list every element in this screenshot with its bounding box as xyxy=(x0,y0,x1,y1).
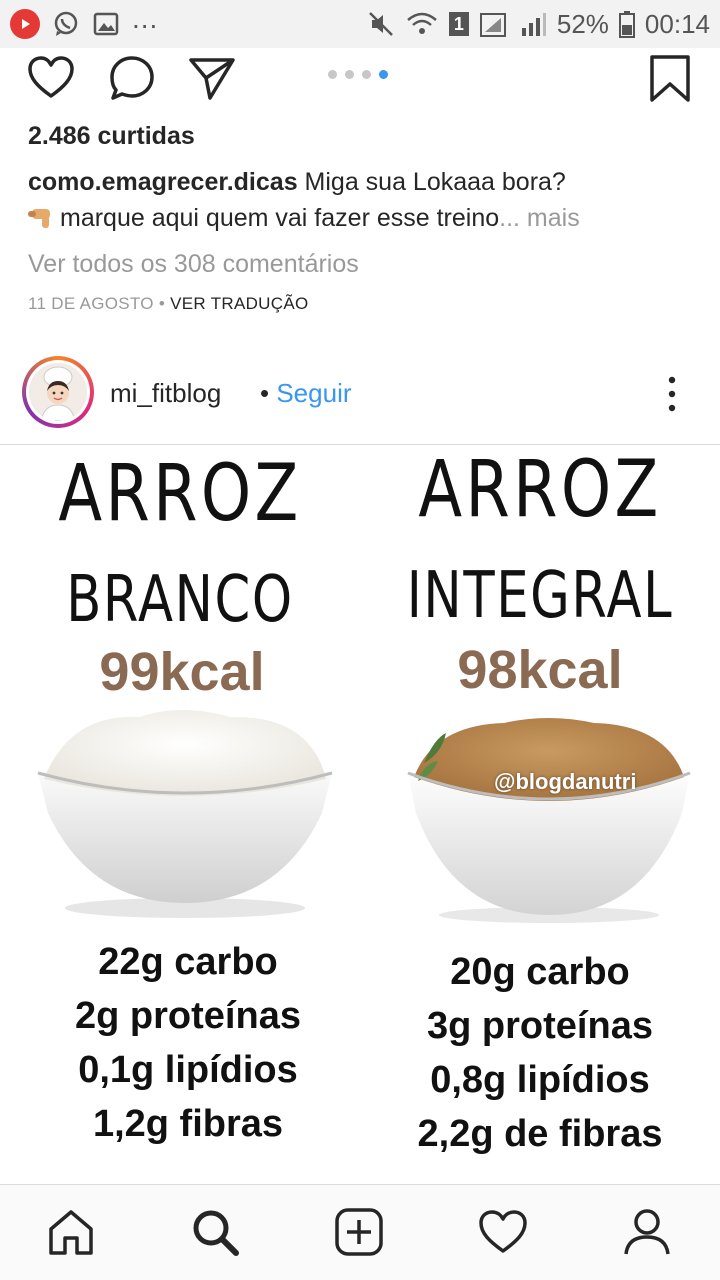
mute-icon xyxy=(368,12,393,36)
brown-rice-carbo: 20g carbo xyxy=(450,951,630,993)
date-separator: • xyxy=(158,294,166,313)
status-more-dots: ... xyxy=(132,3,159,34)
heart-icon[interactable] xyxy=(27,54,75,102)
brown-rice-variety: INTEGRAL xyxy=(406,559,674,633)
more-options-icon[interactable] xyxy=(660,374,684,414)
caption-author[interactable]: como.emagrecer.dicas xyxy=(28,168,298,196)
follow-label: Seguir xyxy=(276,378,352,408)
next-post-header: mi_fitblog • Seguir xyxy=(0,352,720,436)
follow-button[interactable]: • Seguir xyxy=(260,378,352,409)
white-rice-nutrients: 22g carbo 2g proteínas 0,1g lipídios 1,2… xyxy=(8,935,368,1151)
white-rice-kcal: 99kcal xyxy=(99,642,265,702)
comment-icon[interactable] xyxy=(108,54,156,102)
white-rice-carbo: 22g carbo xyxy=(98,941,278,983)
battery-icon xyxy=(618,11,635,38)
share-icon[interactable] xyxy=(188,54,236,102)
avatar[interactable] xyxy=(22,356,94,428)
white-rice-column: ARROZ BRANCO 99kcal 22g carbo 2g proteín… xyxy=(0,445,360,1182)
post-date: 11 DE AGOSTO xyxy=(28,294,154,313)
home-icon[interactable] xyxy=(46,1207,96,1257)
white-rice-variety: BRANCO xyxy=(66,563,294,637)
add-icon[interactable] xyxy=(334,1207,384,1257)
post-actions xyxy=(0,48,720,106)
post-image[interactable]: ARROZ BRANCO 99kcal 22g carbo 2g proteín… xyxy=(0,445,720,1182)
white-rice-lipids: 0,1g lipídios xyxy=(78,1049,298,1091)
caption-text-line1: Miga sua Lokaaa bora? xyxy=(304,168,566,196)
post-caption: como.emagrecer.dicas Miga sua Lokaaa bor… xyxy=(28,164,698,236)
clock: 00:14 xyxy=(644,8,710,39)
brown-rice-nutrients: 20g carbo 3g proteínas 0,8g lipídios 2,2… xyxy=(360,945,720,1161)
wifi-icon xyxy=(407,12,437,34)
white-rice-protein: 2g proteínas xyxy=(75,995,301,1037)
brown-rice-fiber: 2,2g de fibras xyxy=(417,1113,663,1155)
whatsapp-icon xyxy=(54,11,78,36)
translate-link[interactable]: VER TRADUÇÃO xyxy=(170,294,308,313)
view-comments-link[interactable]: Ver todos os 308 comentários xyxy=(28,250,359,279)
post-date-line: 11 DE AGOSTO • VER TRADUÇÃO xyxy=(28,294,309,314)
signal-bars-icon xyxy=(521,13,546,36)
brown-rice-lipids: 0,8g lipídios xyxy=(430,1059,650,1101)
signal-icon xyxy=(479,13,506,37)
carousel-dot-active xyxy=(379,70,388,79)
bottom-nav xyxy=(0,1184,720,1280)
caption-text-line2: marque aqui quem vai fazer esse treino xyxy=(60,204,500,232)
brown-rice-bowl-image xyxy=(407,718,691,923)
gallery-icon xyxy=(93,12,119,36)
watermark: @blogdanutri xyxy=(494,769,637,794)
search-icon[interactable] xyxy=(190,1207,240,1257)
profile-icon[interactable] xyxy=(622,1207,672,1257)
white-rice-fiber: 1,2g fibras xyxy=(92,1103,284,1145)
brown-rice-title: ARROZ xyxy=(418,445,662,535)
likes-count[interactable]: 2.486 curtidas xyxy=(28,122,195,151)
chef-avatar-image xyxy=(29,363,87,421)
caption-ellipsis: ... xyxy=(499,204,520,232)
bookmark-icon[interactable] xyxy=(646,54,694,102)
more-link[interactable]: mais xyxy=(527,204,580,232)
follow-separator: • xyxy=(260,378,270,408)
brown-rice-kcal: 98kcal xyxy=(457,640,623,700)
sim-badge: 1 xyxy=(448,12,469,36)
white-rice-bowl-image xyxy=(37,710,333,918)
activity-heart-icon[interactable] xyxy=(478,1207,528,1257)
white-rice-title: ARROZ xyxy=(58,449,302,539)
carousel-dot xyxy=(328,70,337,79)
carousel-dot xyxy=(362,70,371,79)
brown-rice-column: ARROZ INTEGRAL 98kcal @blogdanutri 20g c… xyxy=(360,445,720,1182)
status-bar: ... 1 52% 00:14 xyxy=(0,0,720,48)
battery-percent: 52% xyxy=(556,8,609,39)
brown-rice-protein: 3g proteínas xyxy=(427,1005,653,1047)
carousel-indicator xyxy=(328,70,388,79)
carousel-dot xyxy=(345,70,354,79)
post-username[interactable]: mi_fitblog xyxy=(110,378,221,409)
youtube-icon xyxy=(10,9,40,39)
pointing-hand-icon xyxy=(28,209,50,228)
